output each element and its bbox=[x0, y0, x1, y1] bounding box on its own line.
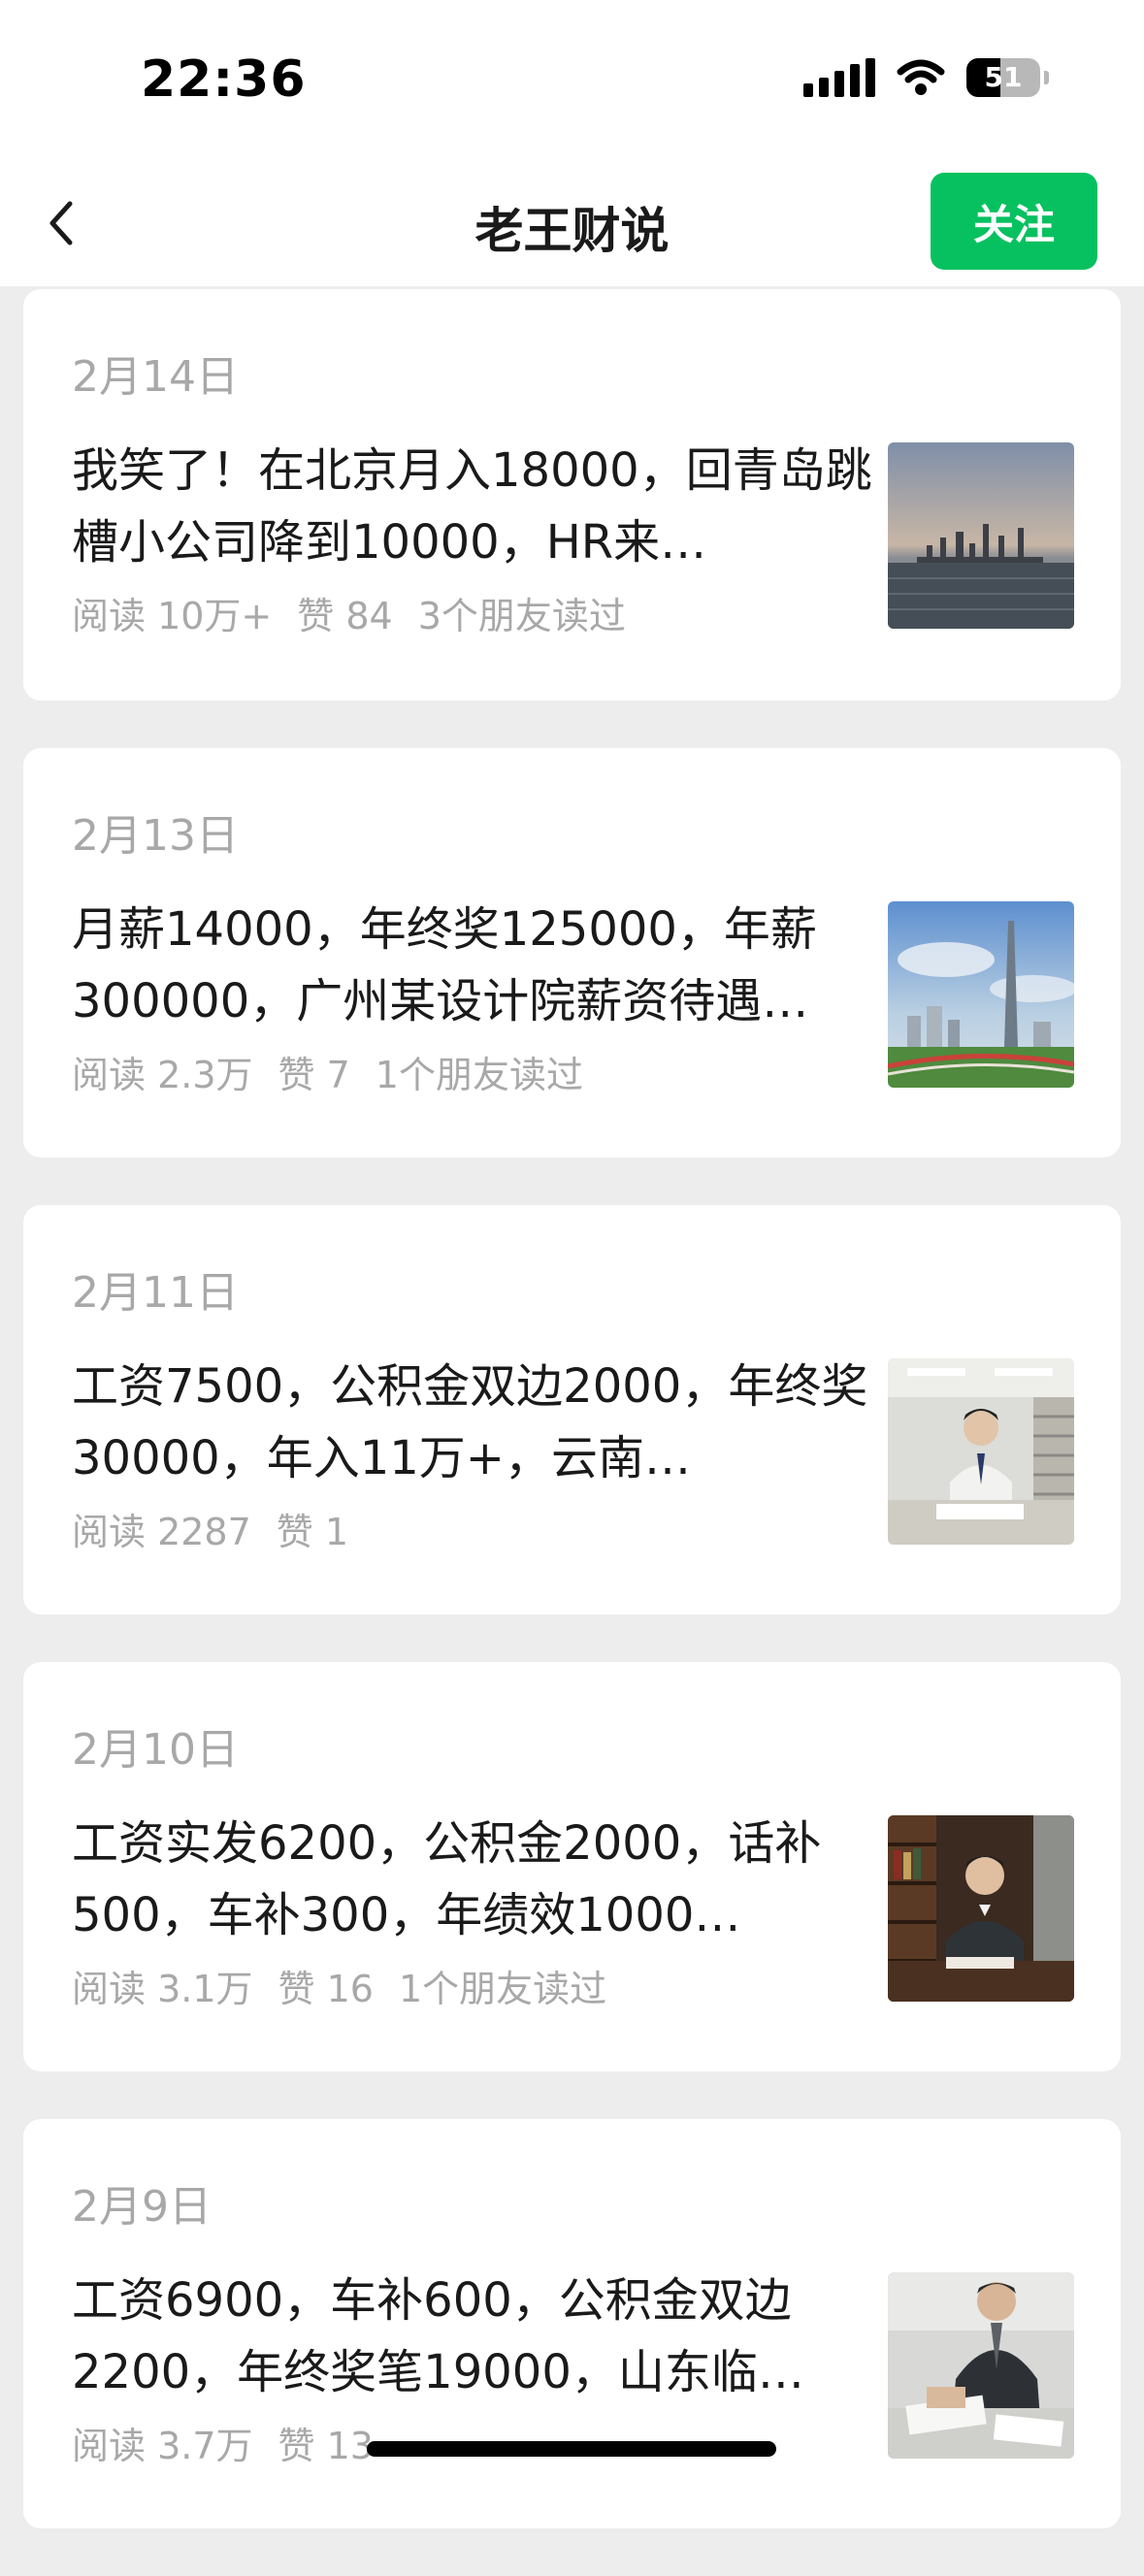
article-card[interactable]: 2月14日 我笑了！在北京月入18000，回青岛跳槽小公司降到10000，HR来… bbox=[23, 289, 1121, 701]
article-date: 2月11日 bbox=[72, 1268, 239, 1318]
article-title[interactable]: 我笑了！在北京月入18000，回青岛跳槽小公司降到10000，HR来… bbox=[72, 435, 877, 578]
article-title[interactable]: 工资实发6200，公积金2000，话补500，车补300，年绩效1000… bbox=[72, 1808, 877, 1951]
home-indicator[interactable] bbox=[367, 2441, 776, 2457]
header: 22:36 51 老王财说 关注 bbox=[0, 0, 1144, 286]
article-date: 2月9日 bbox=[72, 2182, 212, 2232]
article-meta: 阅读 10万+ 赞 84 3个朋友读过 bbox=[72, 586, 626, 639]
friends-read: 3个朋友读过 bbox=[417, 595, 626, 637]
businessman-desk-image[interactable] bbox=[888, 1815, 1074, 2002]
article-title[interactable]: 工资6900，车补600，公积金双边2200，年终奖笔19000，山东临… bbox=[72, 2265, 877, 2408]
article-meta: 阅读 2.3万 赞 7 1个朋友读过 bbox=[72, 1045, 583, 1098]
article-meta: 阅读 3.1万 赞 16 1个朋友读过 bbox=[72, 1959, 606, 2012]
read-count: 阅读 3.7万 bbox=[72, 2425, 253, 2467]
article-card[interactable]: 2月11日 工资7500，公积金双边2000，年终奖30000，年入11万+，云… bbox=[23, 1205, 1121, 1614]
battery-tip bbox=[1044, 71, 1049, 84]
canton-tower-image[interactable] bbox=[888, 901, 1074, 1088]
battery-level: 51 bbox=[984, 61, 1023, 93]
status-time: 22:36 bbox=[141, 50, 307, 109]
read-count: 阅读 3.1万 bbox=[72, 1968, 253, 2010]
article-meta: 阅读 3.7万 赞 13 bbox=[72, 2416, 374, 2469]
like-count: 赞 1 bbox=[276, 1511, 349, 1553]
office-worker-image[interactable] bbox=[888, 1358, 1074, 1545]
article-card[interactable]: 2月13日 月薪14000，年终奖125000，年薪300000，广州某设计院薪… bbox=[23, 748, 1121, 1158]
like-count: 赞 7 bbox=[278, 1054, 350, 1096]
read-count: 阅读 2.3万 bbox=[72, 1054, 253, 1096]
friends-read: 1个朋友读过 bbox=[375, 1054, 583, 1096]
article-meta: 阅读 2287 赞 1 bbox=[72, 1502, 348, 1555]
city-skyline-image[interactable] bbox=[888, 442, 1074, 629]
article-date: 2月14日 bbox=[72, 352, 239, 402]
like-count: 赞 13 bbox=[278, 2425, 374, 2467]
article-card[interactable]: 2月10日 工资实发6200，公积金2000，话补500，车补300，年绩效10… bbox=[23, 1662, 1121, 2071]
article-date: 2月10日 bbox=[72, 1725, 239, 1775]
read-count: 阅读 2287 bbox=[72, 1511, 251, 1553]
article-list: 2月14日 我笑了！在北京月入18000，回青岛跳槽小公司降到10000，HR来… bbox=[23, 289, 1121, 2576]
article-date: 2月13日 bbox=[72, 811, 239, 861]
article-title[interactable]: 工资7500，公积金双边2000，年终奖30000，年入11万+，云南… bbox=[72, 1351, 877, 1494]
article-card[interactable]: 2月9日 工资6900，车补600，公积金双边2200，年终奖笔19000，山东… bbox=[23, 2119, 1121, 2528]
suit-man-papers-image[interactable] bbox=[888, 2272, 1074, 2459]
battery-icon: 51 bbox=[966, 58, 1040, 97]
wifi-icon bbox=[897, 59, 945, 95]
read-count: 阅读 10万+ bbox=[72, 595, 273, 637]
cellular-signal-icon bbox=[803, 58, 875, 97]
navigation-bar: 老王财说 关注 bbox=[0, 165, 1144, 281]
like-count: 赞 16 bbox=[278, 1968, 374, 2010]
article-title[interactable]: 月薪14000，年终奖125000，年薪300000，广州某设计院薪资待遇… bbox=[72, 894, 877, 1037]
friends-read: 1个朋友读过 bbox=[398, 1968, 607, 2010]
follow-button[interactable]: 关注 bbox=[931, 173, 1097, 270]
status-icons: 51 bbox=[803, 58, 1049, 97]
like-count: 赞 84 bbox=[297, 595, 393, 637]
